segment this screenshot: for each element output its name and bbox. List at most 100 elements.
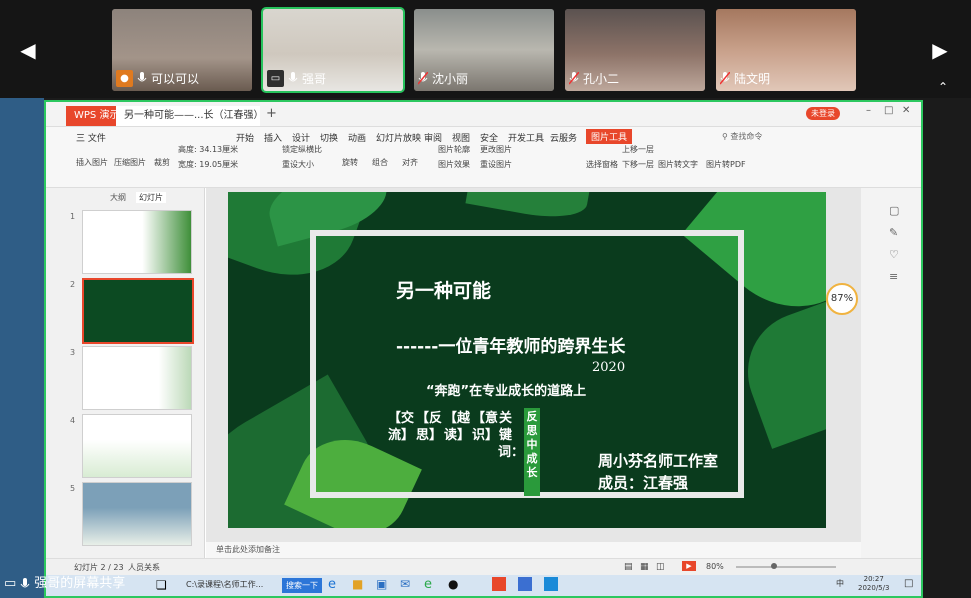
mail-icon[interactable]: ✉ [400, 577, 410, 591]
document-tab[interactable]: 另一种可能——...长（江春强） [116, 106, 260, 126]
ribbon: 三 文件 开始 插入 设计 切换 动画 幻灯片放映 审阅 视图 安全 开发工具 … [46, 127, 921, 188]
keyword-awareness: 【意识】 [472, 411, 499, 443]
bring-forward-button[interactable]: 上移一层 [622, 144, 654, 155]
menu-developer[interactable]: 开发工具 [508, 131, 544, 144]
current-slide[interactable]: 另一种可能 ------一位青年教师的跨界生长 2020 “奔跑”在专业成长的道… [228, 192, 826, 528]
view-normal-icon[interactable]: ▤ [624, 562, 633, 572]
person-icon: ● [116, 70, 133, 87]
menu-transition[interactable]: 切换 [320, 131, 338, 144]
menu-design[interactable]: 设计 [292, 131, 310, 144]
zoom-level: 80% [706, 562, 724, 571]
studio-name: 周小芬名师工作室 [598, 452, 719, 470]
prev-page-icon[interactable]: ◀ [18, 38, 38, 62]
change-picture-button[interactable]: 更改图片 [480, 144, 512, 155]
wps-writer-icon[interactable] [518, 577, 532, 591]
menu-file[interactable]: 三 文件 [76, 131, 106, 144]
meeting-app-icon[interactable] [544, 577, 558, 591]
compress-picture-button[interactable]: 压缩图片 [114, 157, 146, 168]
group-button[interactable]: 组合 [372, 157, 388, 168]
reset-picture-button[interactable]: 重设图片 [480, 159, 512, 170]
participant-tile[interactable]: 陆文明 [716, 9, 856, 91]
store-icon[interactable]: ▣ [376, 577, 387, 591]
slide-number: 4 [70, 416, 76, 425]
keywords-label: 关键词： [498, 411, 525, 460]
tab-outline[interactable]: 大纲 [110, 192, 126, 203]
folder-icon[interactable]: ■ [352, 577, 363, 591]
slide-thumbnail-panel: 大纲 幻灯片 1 2 3 4 5 [46, 188, 205, 558]
qq-icon[interactable]: ● [448, 577, 458, 591]
height-field[interactable]: 高度: 34.13厘米 [178, 144, 238, 155]
menu-animation[interactable]: 动画 [348, 131, 366, 144]
width-field[interactable]: 宽度: 19.05厘米 [178, 159, 238, 170]
reset-size-button[interactable]: 重设大小 [282, 159, 314, 170]
menu-home[interactable]: 开始 [236, 131, 254, 144]
lock-ratio-checkbox[interactable]: 锁定纵横比 [282, 144, 322, 155]
notification-icon[interactable]: □ [904, 578, 913, 589]
start-icon[interactable]: ❏ [156, 578, 167, 592]
wps-presentation-icon[interactable] [492, 577, 506, 591]
system-clock[interactable]: 20:27 2020/5/3 [858, 575, 889, 593]
menu-security[interactable]: 安全 [480, 131, 498, 144]
slide-thumbnail[interactable] [82, 482, 192, 546]
picture-effects-button[interactable]: 图片效果 [438, 159, 470, 170]
participant-tile[interactable]: 孔小二 [565, 9, 705, 91]
participant-tile[interactable]: ● 可以可以 [112, 9, 252, 91]
screen-share-icon: ▭ [267, 70, 284, 87]
crop-button[interactable]: 裁剪 [154, 157, 170, 168]
mic-off-icon [569, 72, 579, 85]
menu-insert[interactable]: 插入 [264, 131, 282, 144]
search-command[interactable]: ⚲ 查找命令 [722, 131, 762, 142]
slide-thumbnail-selected[interactable] [82, 278, 194, 344]
rightbar-tool-icon[interactable]: ≡ [889, 270, 898, 283]
menu-slideshow[interactable]: 幻灯片放映 [376, 131, 421, 144]
menu-view[interactable]: 视图 [452, 131, 470, 144]
slide-thumbnail[interactable] [82, 210, 192, 274]
maximize-icon[interactable]: □ [884, 105, 893, 116]
slide-thumbnail[interactable] [82, 346, 192, 410]
send-backward-button[interactable]: 下移一层 [622, 159, 654, 170]
participant-name: 可以可以 [151, 72, 200, 86]
menu-picture-tools[interactable]: 图片工具 [586, 129, 633, 144]
menu-cloud[interactable]: 云服务 [550, 131, 577, 144]
ime-indicator[interactable]: 中 [836, 578, 844, 589]
rotate-button[interactable]: 旋转 [342, 157, 358, 168]
rightbar-tool-icon[interactable]: ♡ [889, 248, 899, 261]
participant-strip: ◀ ▶ ⌃ ● 可以可以 ▭ 强哥 沈小丽 孔小二 陆文明 [0, 0, 971, 98]
picture-outline-button[interactable]: 图片轮廓 [438, 144, 470, 155]
participant-tile[interactable]: 沈小丽 [414, 9, 554, 91]
picture-to-text-button[interactable]: 图片转文字 [658, 159, 698, 170]
zoom-slider[interactable] [736, 566, 836, 568]
slide-thumbnail[interactable] [82, 414, 192, 478]
insert-picture-button[interactable]: 插入图片 [76, 157, 108, 168]
participant-tile[interactable]: ▭ 强哥 [261, 7, 405, 93]
screen-share-icon: ▭ [4, 576, 17, 591]
view-sorter-icon[interactable]: ▦ [640, 562, 649, 572]
align-button[interactable]: 对齐 [402, 157, 418, 168]
keyword-exchange: 【交流】 [388, 411, 415, 443]
slide-edit-area: 另一种可能 ------一位青年教师的跨界生长 2020 “奔跑”在专业成长的道… [206, 188, 861, 558]
collapse-icon[interactable]: ⌃ [933, 80, 953, 94]
rightbar-tool-icon[interactable]: ▢ [889, 204, 899, 217]
new-tab-icon[interactable]: + [266, 106, 277, 121]
minimize-icon[interactable]: – [866, 105, 871, 116]
next-page-icon[interactable]: ▶ [930, 38, 950, 62]
windows-taskbar: ❏ C:\录课程\名师工作... 搜索一下 e ■ ▣ ✉ e ● 中 20:2… [46, 575, 921, 596]
picture-to-pdf-button[interactable]: 图片转PDF [706, 159, 746, 170]
zoom-slider-thumb[interactable] [771, 563, 777, 569]
slide-number: 2 [70, 280, 76, 289]
login-button[interactable]: 未登录 [806, 107, 840, 120]
play-slideshow-button[interactable]: ▶ [682, 561, 696, 571]
notes-pane[interactable]: 单击此处添加备注 [206, 542, 861, 558]
rightbar-tool-icon[interactable]: ✎ [889, 226, 898, 239]
tab-slides[interactable]: 幻灯片 [136, 192, 166, 203]
view-reading-icon[interactable]: ◫ [656, 562, 665, 572]
taskbar-search[interactable]: 搜索一下 [282, 578, 322, 593]
menu-review[interactable]: 审阅 [424, 131, 442, 144]
theme-name: 人员关系 [128, 563, 160, 572]
mic-icon [137, 72, 147, 82]
browser-icon[interactable]: e [424, 577, 432, 592]
close-icon[interactable]: ✕ [902, 105, 910, 116]
selection-pane-button[interactable]: 选择窗格 [586, 159, 618, 170]
taskbar-folder-item[interactable]: C:\录课程\名师工作... [186, 579, 286, 590]
edge-icon[interactable]: e [328, 577, 336, 592]
